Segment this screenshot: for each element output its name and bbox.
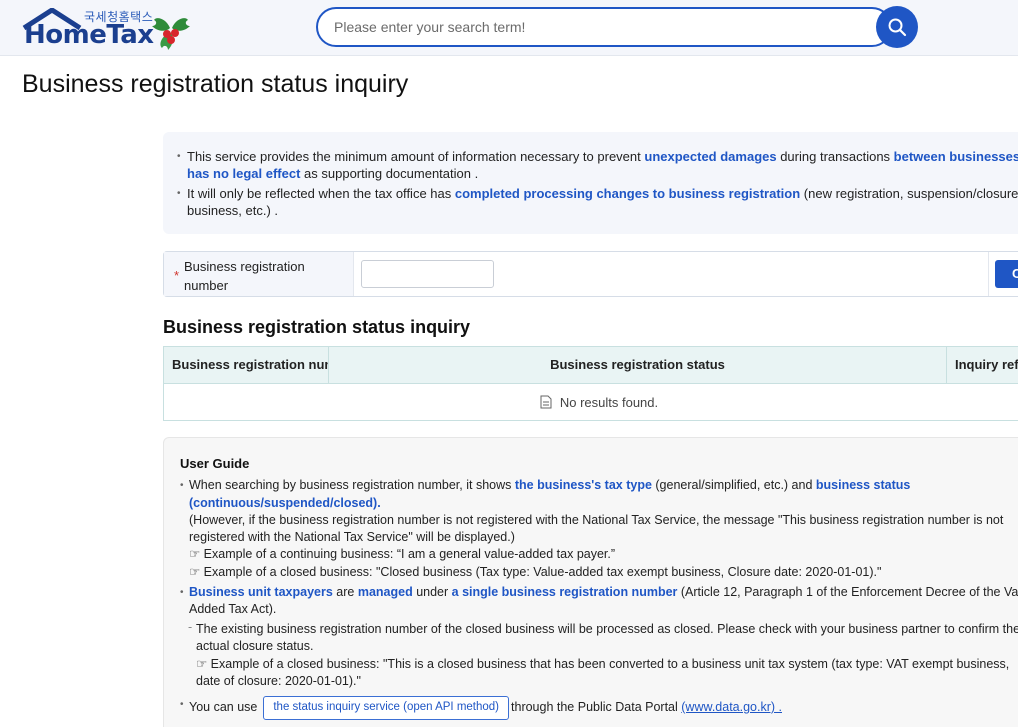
logo-english-text: HomeTax: [24, 20, 154, 50]
table-header: Business registration number Business re…: [164, 347, 1018, 384]
top-header: 국세청홈택스 HomeTax: [0, 0, 1018, 56]
guide-item-continued: Added Tax Act).: [180, 601, 1018, 619]
guide-text: (However, if the business registration n…: [189, 513, 1004, 527]
results-section-title: Business registration status inquiry: [163, 317, 471, 337]
holly-icon: [152, 18, 190, 50]
user-guide-box: User Guide • When searching by business …: [163, 437, 1018, 727]
results-table: Business registration number Business re…: [163, 346, 1018, 421]
guide-item-continued: registered with the National Tax Service…: [180, 529, 1018, 547]
notice-text: This service provides the minimum amount…: [187, 149, 645, 164]
notice-highlight: completed processing changes to business…: [454, 186, 801, 201]
notice-box: • This service provides the minimum amou…: [163, 132, 1018, 234]
required-mark: *: [174, 268, 180, 283]
check-button[interactable]: Check: [995, 260, 1018, 288]
empty-results-text: No results found.: [559, 394, 659, 410]
guide-highlight: managed: [357, 585, 413, 599]
notice-highlight: between businesses , and: [893, 149, 1018, 164]
notice-highlight: unexpected damages: [644, 149, 777, 164]
guide-highlight: Business unit taxpayers: [189, 585, 333, 599]
guide-subitem: - The existing business registration num…: [188, 620, 1018, 639]
notice-highlight: has no legal effect: [187, 166, 301, 181]
bullet-icon: •: [180, 480, 184, 491]
guide-item: • Business unit taxpayers are managed un…: [180, 584, 1018, 602]
column-divider: [946, 347, 947, 383]
guide-highlight: business status: [815, 478, 911, 492]
dash-icon: -: [188, 620, 193, 634]
user-guide-title: User Guide: [180, 456, 250, 471]
guide-item: • You can use the status inquiry service …: [180, 696, 1018, 720]
column-header-inquiry-reference: Inquiry reference: [955, 357, 1018, 372]
bullet-icon: •: [177, 188, 181, 199]
guide-text: ☞ Example of a closed business: "This is…: [196, 657, 1010, 671]
guide-example-continued: date of closure: 2020-01-01).": [188, 673, 1018, 691]
bullet-icon: •: [180, 699, 184, 710]
guide-text: (Article 12, Paragraph 1 of the Enforcem…: [677, 585, 1018, 599]
document-icon: [540, 395, 552, 409]
guide-text: You can use: [189, 700, 258, 715]
search-button[interactable]: [876, 6, 918, 48]
guide-item-continued: (However, if the business registration n…: [180, 512, 1018, 530]
guide-text: The existing business registration numbe…: [196, 622, 1018, 636]
guide-example: ☞ Example of a continuing business: “I a…: [180, 546, 1018, 564]
guide-example: ☞ Example of a closed business: "Closed …: [180, 564, 1018, 582]
notice-text: (new registration, suspension/closure of: [800, 186, 1018, 201]
registration-number-label: Business registration number: [184, 259, 305, 293]
guide-text: (general/simplified, etc.) and: [651, 478, 816, 492]
guide-text: When searching by business registration …: [189, 478, 515, 492]
guide-text: ☞ Example of a continuing business: “I a…: [189, 547, 616, 561]
data-portal-link[interactable]: (www.data.go.kr) .: [681, 700, 782, 714]
form-label-cell: * Business registration number: [164, 252, 354, 296]
bullet-icon: •: [180, 587, 184, 598]
registration-form-row: * Business registration number Check: [163, 251, 1018, 297]
search-input[interactable]: [318, 9, 858, 45]
notice-text: It will only be reflected when the tax o…: [187, 186, 455, 201]
form-divider: [988, 252, 989, 296]
guide-example: ☞ Example of a closed business: "This is…: [188, 656, 1018, 674]
guide-highlight: a single business registration number: [451, 585, 678, 599]
notice-item-continued: has no legal effect as supporting docume…: [177, 165, 1018, 182]
table-empty-row: No results found.: [164, 384, 1018, 420]
notice-item: • This service provides the minimum amou…: [177, 148, 1018, 165]
bullet-icon: •: [177, 151, 181, 162]
notice-item: • It will only be reflected when the tax…: [177, 185, 1018, 202]
guide-text: through the Public Data Portal: [511, 700, 682, 715]
column-header-registration-number: Business registration number: [172, 357, 328, 372]
column-header-status: Business registration status: [550, 357, 725, 372]
open-api-button[interactable]: the status inquiry service (open API met…: [263, 696, 510, 720]
guide-text: under: [412, 585, 452, 599]
guide-highlight: (continuous/suspended/closed).: [189, 495, 381, 510]
search-icon: [888, 18, 907, 37]
notice-text: as supporting documentation .: [300, 166, 479, 181]
guide-text: date of closure: 2020-01-01).": [196, 674, 361, 688]
guide-text: Added Tax Act).: [189, 602, 277, 616]
notice-item-continued: business, etc.) .: [177, 202, 1018, 219]
page-title: Business registration status inquiry: [22, 70, 409, 98]
notice-text: business, etc.) .: [187, 203, 279, 218]
guide-text: actual closure status.: [196, 639, 314, 653]
hometax-logo[interactable]: 국세청홈택스 HomeTax: [22, 8, 197, 54]
guide-item: • When searching by business registratio…: [180, 477, 1018, 512]
notice-text: during transactions: [776, 149, 894, 164]
registration-number-input[interactable]: [361, 260, 494, 288]
guide-text: ☞ Example of a closed business: "Closed …: [189, 565, 882, 579]
search-box: [316, 7, 892, 47]
guide-text: are: [332, 585, 358, 599]
guide-subitem-continued: actual closure status.: [188, 638, 1018, 656]
guide-text: registered with the National Tax Service…: [189, 530, 515, 544]
guide-highlight: the business's tax type: [514, 478, 652, 492]
